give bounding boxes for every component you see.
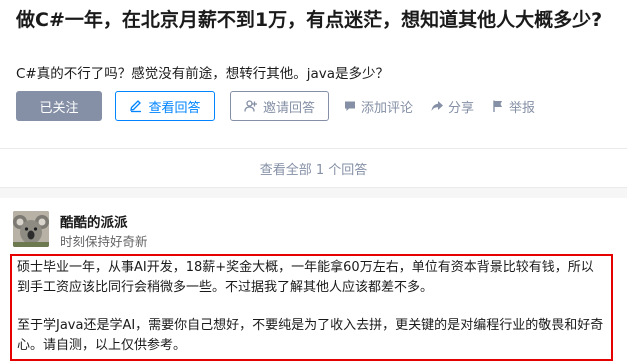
edit-icon [130,100,142,113]
share-link[interactable]: 分享 [430,97,474,116]
koala-avatar-image [13,211,49,247]
view-answers-button[interactable]: 查看回答 [115,91,215,121]
add-comment-label: 添加评论 [361,100,414,116]
invite-icon [244,100,257,112]
report-link[interactable]: 举报 [491,97,535,116]
question-actions: 已关注 查看回答 邀请回答 添加评论 分享 举报 [16,91,535,121]
invite-label: 邀请回答 [262,100,315,116]
followed-button[interactable]: 已关注 [16,91,102,121]
avatar[interactable] [13,211,49,247]
section-divider [0,188,627,198]
answer-paragraph: 硕士毕业一年，从事AI开发，18薪+奖金大概，一年能拿60万左右，单位有资本背景… [17,260,594,295]
question-title[interactable]: 做C#一年，在北京月薪不到1万，有点迷茫，想知道其他人大概多少? [16,6,616,35]
author-name[interactable]: 酷酷的派派 [60,211,128,231]
report-label: 举报 [509,100,536,116]
share-icon [431,101,444,111]
add-comment-link[interactable]: 添加评论 [343,97,413,116]
view-answers-label: 查看回答 [148,100,201,116]
invite-button[interactable]: 邀请回答 [230,91,329,121]
comment-icon [345,101,355,111]
answer-card: 酷酷的派派 时刻保持好奇新 硕士毕业一年，从事AI开发，18薪+奖金大概，一年能… [0,198,627,364]
author-bio: 时刻保持好奇新 [60,234,148,249]
answer-paragraph: 至于学Java还是学AI，需要你自己想好，不要纯是为了收入去拼，更关键的是对编程… [17,318,604,353]
flag-icon [493,100,503,112]
view-all-answers-link[interactable]: 查看全部 1 个回答 [0,148,627,188]
answer-content-highlighted: 硕士毕业一年，从事AI开发，18薪+奖金大概，一年能拿60万左右，单位有资本背景… [10,254,613,361]
share-label: 分享 [448,100,475,116]
question-card: 做C#一年，在北京月薪不到1万，有点迷茫，想知道其他人大概多少? C#真的不行了… [0,0,627,188]
question-detail: C#真的不行了吗？感觉没有前途，想转行其他。java是多少？ [16,66,390,82]
